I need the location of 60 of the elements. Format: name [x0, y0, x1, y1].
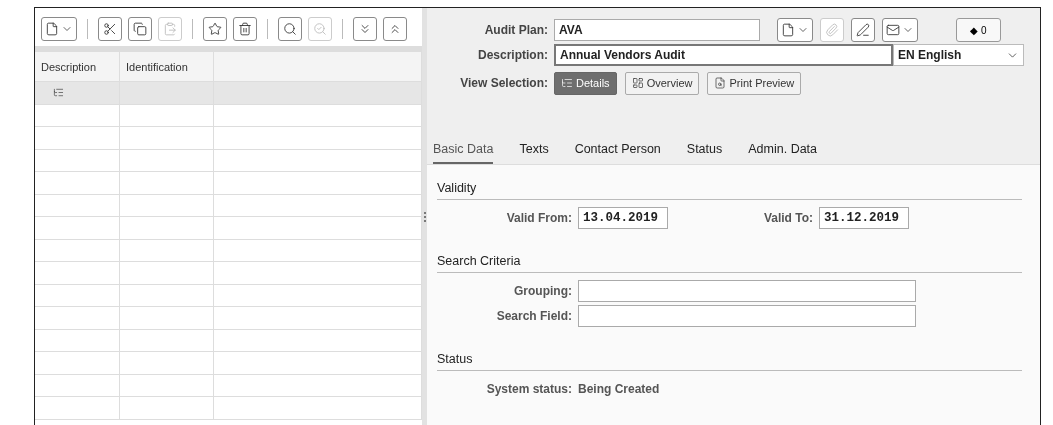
paperclip-icon [825, 23, 839, 37]
dashboard-icon [631, 77, 644, 89]
field-label: Audit Plan: [483, 23, 549, 37]
field-label: System status: [485, 381, 573, 396]
date-field[interactable]: 31.12.2019 [819, 206, 909, 229]
mail-icon [886, 23, 900, 37]
expand-all-button[interactable] [353, 17, 377, 41]
section-title: Validity [437, 181, 1022, 200]
field-label: Valid From: [505, 210, 573, 225]
language-dropdown[interactable]: EN English [893, 44, 1024, 66]
splitter-handle-icon[interactable] [423, 211, 426, 222]
column-header[interactable]: Description [35, 52, 120, 81]
star-icon [208, 22, 222, 36]
copy-button[interactable] [128, 17, 152, 41]
input-field[interactable] [578, 304, 916, 327]
status-value: Being Created [578, 381, 660, 396]
chevrons-down-icon [358, 22, 372, 36]
search-icon [283, 22, 297, 36]
document-icon [781, 23, 795, 37]
tab[interactable]: Admin. Data [748, 142, 818, 164]
field-label: Description: [477, 48, 549, 62]
chevrons-up-icon [388, 22, 402, 36]
add-favorite-button[interactable] [203, 17, 227, 41]
trash-icon [238, 22, 252, 36]
field-label: Valid To: [762, 210, 814, 225]
pen-icon [856, 23, 870, 37]
search-button[interactable] [278, 17, 302, 41]
cut-button[interactable] [98, 17, 122, 41]
section-title: Status [437, 352, 1022, 371]
scissors-icon [103, 22, 117, 36]
field-label: Search Field: [495, 308, 573, 323]
tab[interactable]: Texts [519, 142, 549, 164]
view-button[interactable]: Details [554, 71, 617, 95]
clipboard-icon [163, 22, 177, 36]
field-label: Grouping: [513, 283, 573, 298]
tab[interactable]: Contact Person [574, 142, 661, 164]
copy-icon [133, 22, 147, 36]
mail-button[interactable] [882, 18, 918, 42]
description-field[interactable]: Annual Vendors Audit [554, 44, 893, 66]
collapse-all-button[interactable] [383, 17, 407, 41]
signature-button[interactable] [851, 18, 875, 42]
search-check-icon [313, 22, 327, 36]
view-button[interactable]: Print Preview [707, 71, 802, 95]
document-icon [45, 22, 59, 36]
counter-button[interactable]: ◆ 0 [956, 18, 1001, 42]
section-title: Search Criteria [437, 254, 1022, 273]
view-button[interactable]: Overview [624, 71, 700, 95]
date-field[interactable]: 13.04.2019 [578, 206, 668, 229]
tab[interactable]: Status [686, 142, 723, 164]
column-header[interactable]: Identification [120, 52, 214, 81]
new-document-button[interactable] [41, 17, 77, 41]
field-label: View Selection: [459, 76, 549, 90]
delete-button[interactable] [233, 17, 257, 41]
input-field[interactable] [578, 279, 916, 302]
list-tree-icon [561, 77, 573, 89]
tree-node-icon [53, 87, 64, 99]
tab[interactable]: Basic Data [433, 142, 494, 164]
audit-plan-field[interactable]: AVA [554, 19, 760, 41]
new-document-button[interactable] [777, 18, 813, 42]
file-search-icon [714, 77, 727, 89]
